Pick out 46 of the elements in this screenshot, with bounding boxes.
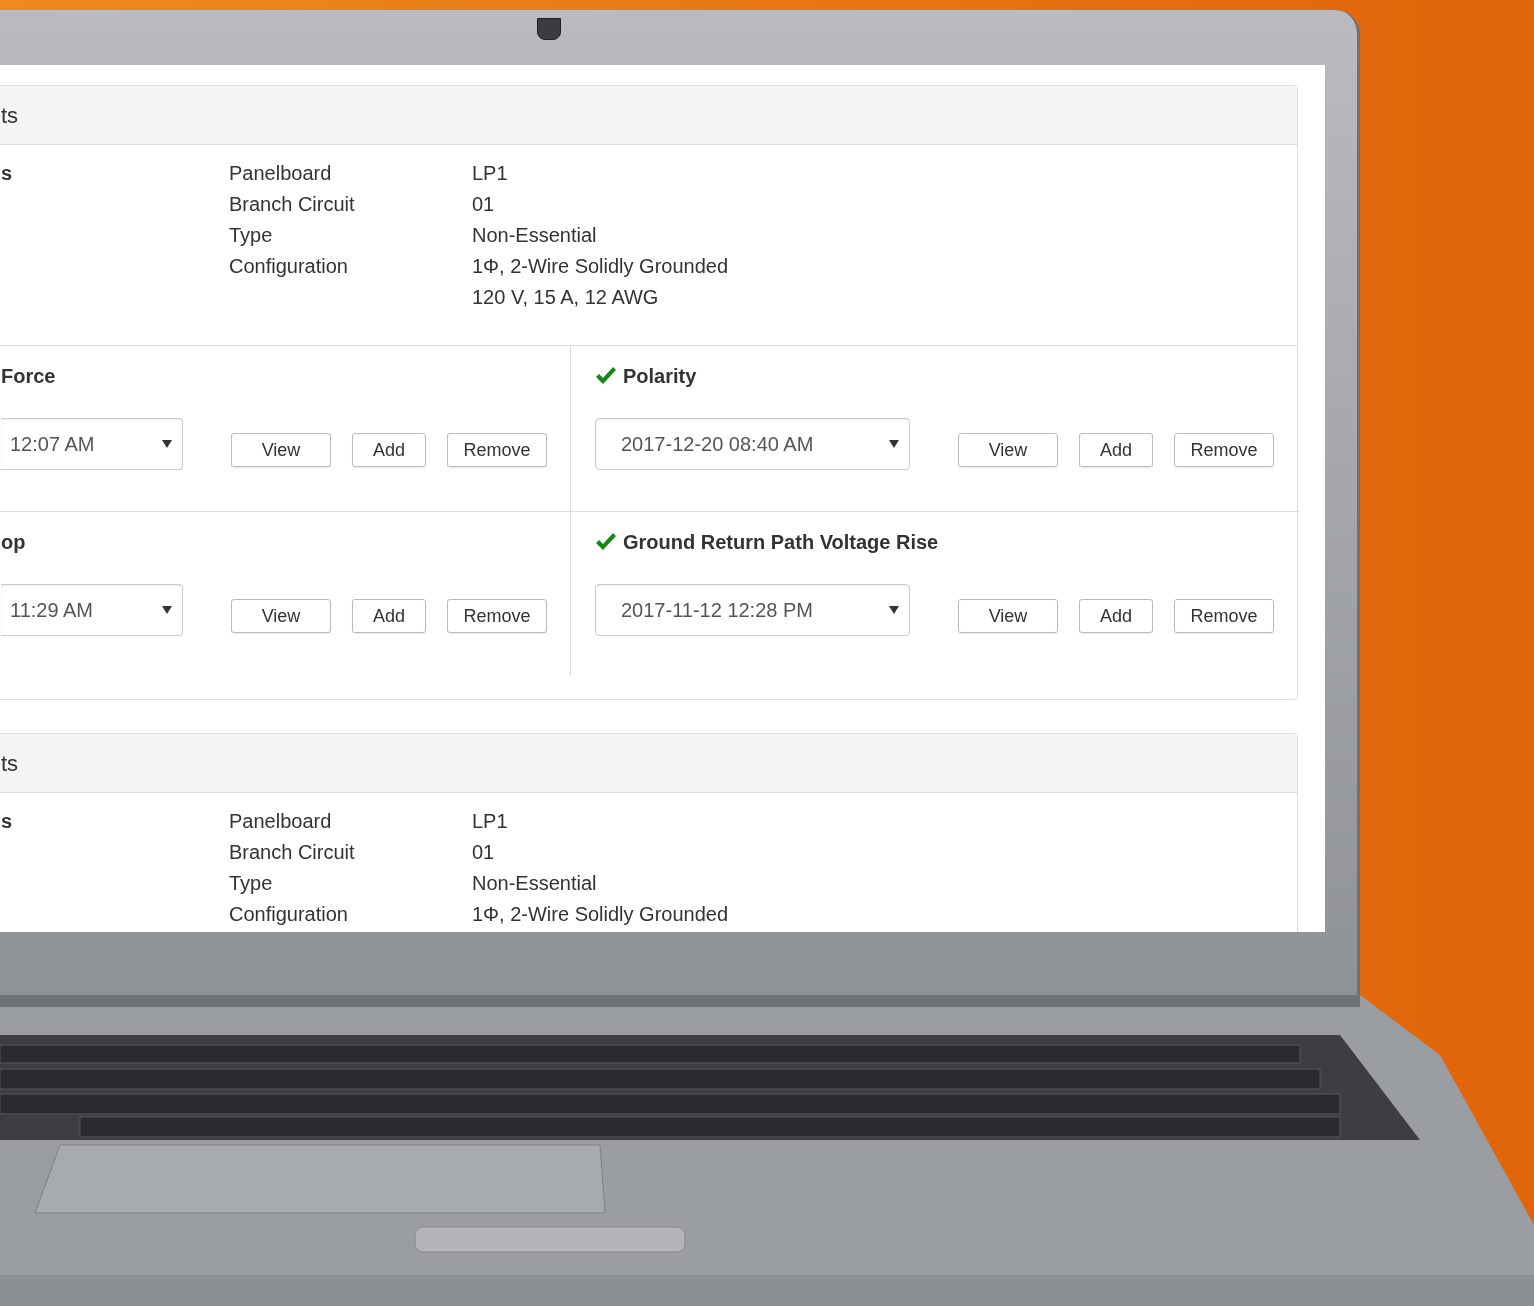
field-value: 1Φ, 2-Wire Solidly Grounded — [472, 903, 729, 925]
field-label: Configuration — [229, 255, 348, 277]
test-button[interactable]: Add — [1079, 433, 1153, 467]
date-dropdown[interactable]: 11:29 AM — [1, 584, 183, 636]
caret-icon — [889, 606, 899, 614]
test-button[interactable]: Add — [1079, 599, 1153, 633]
test-title: Polarity — [623, 364, 697, 389]
test-button[interactable]: Remove — [1174, 599, 1274, 633]
field-label: Configuration — [229, 903, 348, 925]
caret-icon — [162, 606, 172, 614]
field-value: LP1 — [472, 162, 508, 184]
test-button[interactable]: Add — [352, 599, 426, 633]
date-dropdown[interactable]: 12:07 AM — [1, 418, 183, 470]
test-button[interactable]: Add — [352, 433, 426, 467]
date-dropdown[interactable]: 2017-11-12 12:28 PM — [595, 584, 910, 636]
field-label: Branch Circuit — [229, 841, 355, 863]
panel-heading: ts — [1, 101, 19, 130]
test-button[interactable]: View — [231, 599, 331, 633]
field-value: 01 — [472, 193, 495, 215]
section-label: s — [1, 161, 13, 186]
test-button[interactable]: Remove — [1174, 433, 1274, 467]
field-value: Non-Essential — [472, 872, 597, 894]
field-value: 1Φ, 2-Wire Solidly Grounded — [472, 255, 729, 277]
field-value: Non-Essential — [472, 224, 597, 246]
test-button[interactable]: Remove — [447, 599, 547, 633]
section-label: s — [1, 809, 13, 834]
field-label: Panelboard — [229, 810, 332, 832]
field-label: Type — [229, 224, 273, 246]
caret-icon — [889, 440, 899, 448]
panel-heading: ts — [1, 749, 19, 778]
webcam-drawing — [537, 18, 561, 40]
field-value: 120 V, 15 A, 12 AWG — [472, 286, 659, 308]
test-title: Ground Return Path Voltage Rise — [623, 530, 939, 555]
test-button[interactable]: View — [231, 433, 331, 467]
test-button[interactable]: Remove — [447, 433, 547, 467]
field-label: Panelboard — [229, 162, 332, 184]
date-dropdown[interactable]: 2017-12-20 08:40 AM — [595, 418, 910, 470]
test-title: op — [1, 530, 26, 555]
field-value: 01 — [472, 841, 495, 863]
test-button[interactable]: View — [958, 599, 1058, 633]
field-label: Branch Circuit — [229, 193, 355, 215]
field-label: Type — [229, 872, 273, 894]
test-button[interactable]: View — [958, 433, 1058, 467]
field-value: LP1 — [472, 810, 508, 832]
test-title: Force — [1, 364, 56, 389]
caret-icon — [162, 440, 172, 448]
